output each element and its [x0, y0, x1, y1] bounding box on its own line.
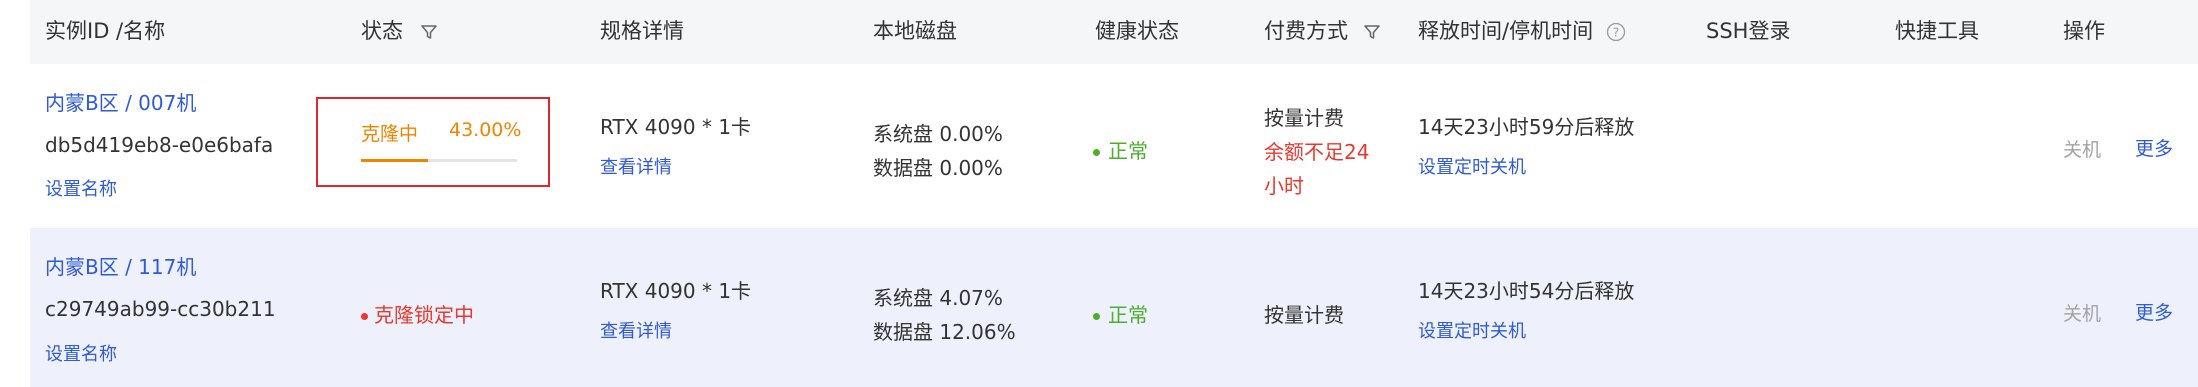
header-health: 健康状态: [1095, 19, 1179, 43]
release-time: 14天23小时59分后释放: [1418, 115, 1635, 139]
question-circle-icon[interactable]: ?: [1606, 22, 1626, 42]
status-label: 克隆锁定中: [374, 303, 474, 327]
set-timed-shutdown-link[interactable]: 设置定时关机: [1418, 317, 1526, 343]
header-instance: 实例ID /名称: [45, 19, 166, 43]
more-button[interactable]: 更多: [2135, 298, 2173, 325]
clone-progress-bar: [361, 159, 517, 162]
set-name-link[interactable]: 设置名称: [45, 340, 117, 366]
status-dot-icon: [1093, 313, 1100, 320]
shutdown-button[interactable]: 关机: [2063, 135, 2101, 162]
header-billing: 付费方式: [1264, 15, 1381, 45]
billing-type: 按量计费: [1264, 106, 1344, 130]
status-clone-locked: 克隆锁定中: [361, 299, 474, 328]
header-billing-label: 付费方式: [1264, 19, 1348, 43]
header-actions: 操作: [2063, 19, 2105, 43]
health-label: 正常: [1108, 303, 1148, 327]
filter-icon[interactable]: [420, 23, 438, 41]
clone-progress-fill: [361, 159, 429, 162]
status-dot-icon: [1093, 149, 1100, 156]
data-disk-usage: 数据盘 12.06%: [873, 320, 1016, 344]
svg-text:?: ?: [1613, 26, 1619, 40]
shutdown-button[interactable]: 关机: [2063, 299, 2101, 326]
billing-warning: 余额不足24: [1264, 140, 1370, 164]
header-status: 状态: [361, 15, 438, 45]
release-time: 14天23小时54分后释放: [1418, 279, 1635, 303]
spec-text: RTX 4090 * 1卡: [600, 279, 752, 303]
header-ssh: SSH登录: [1706, 19, 1791, 43]
health-label: 正常: [1108, 139, 1148, 163]
highlight-box: [316, 97, 550, 187]
instance-id: c29749ab99-cc30b211: [45, 297, 276, 321]
instance-name-link[interactable]: 内蒙B区 / 007机: [45, 87, 196, 116]
header-release-label: 释放时间/停机时间: [1418, 19, 1594, 43]
clone-progress-text: 43.00%: [449, 119, 522, 141]
more-button[interactable]: 更多: [2135, 134, 2173, 161]
spec-text: RTX 4090 * 1卡: [600, 115, 752, 139]
health-status: 正常: [1093, 299, 1148, 328]
set-name-link[interactable]: 设置名称: [45, 175, 117, 201]
status-dot-icon: [361, 313, 368, 320]
instance-name-link[interactable]: 内蒙B区 / 117机: [45, 251, 196, 280]
billing-warning-cont: 小时: [1264, 174, 1304, 198]
header-spec: 规格详情: [600, 19, 684, 43]
system-disk-usage: 系统盘 4.07%: [873, 286, 1003, 310]
header-release: 释放时间/停机时间 ?: [1418, 15, 1626, 45]
set-timed-shutdown-link[interactable]: 设置定时关机: [1418, 153, 1526, 179]
spec-details-link[interactable]: 查看详情: [600, 317, 672, 343]
header-status-label: 状态: [361, 19, 403, 43]
header-disk: 本地磁盘: [873, 19, 957, 43]
system-disk-usage: 系统盘 0.00%: [873, 122, 1003, 146]
billing-type: 按量计费: [1264, 303, 1344, 327]
header-tools: 快捷工具: [1895, 19, 1979, 43]
health-status: 正常: [1093, 135, 1148, 164]
spec-details-link[interactable]: 查看详情: [600, 153, 672, 179]
filter-icon[interactable]: [1363, 23, 1381, 41]
instance-id: db5d419eb8-e0e6bafa: [45, 133, 274, 157]
status-cloning: 克隆中: [361, 123, 419, 145]
data-disk-usage: 数据盘 0.00%: [873, 156, 1003, 180]
